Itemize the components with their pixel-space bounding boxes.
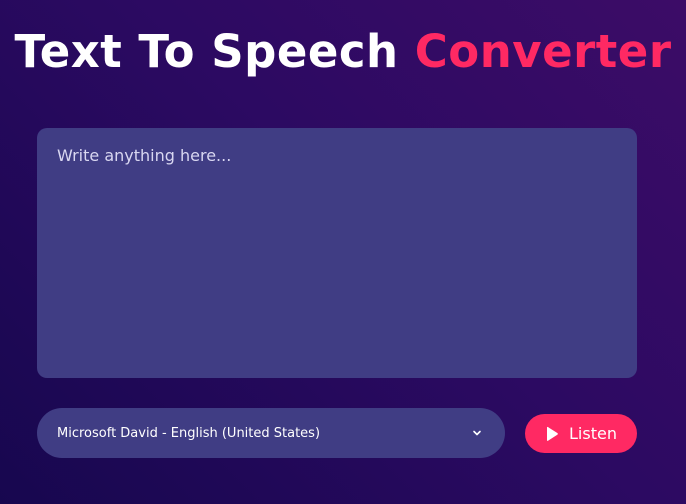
listen-button[interactable]: Listen [525,414,637,453]
speech-text-input[interactable] [37,128,637,378]
title-text: Text To Speech [14,25,399,78]
page-title: Text To Speech Converter [0,22,686,82]
voice-select[interactable]: Microsoft David - English (United States… [37,408,505,458]
chevron-down-icon [471,427,483,439]
play-icon [545,426,559,442]
title-accent-text: Converter [414,25,672,78]
listen-button-label: Listen [569,424,617,443]
voice-select-value: Microsoft David - English (United States… [57,425,321,441]
